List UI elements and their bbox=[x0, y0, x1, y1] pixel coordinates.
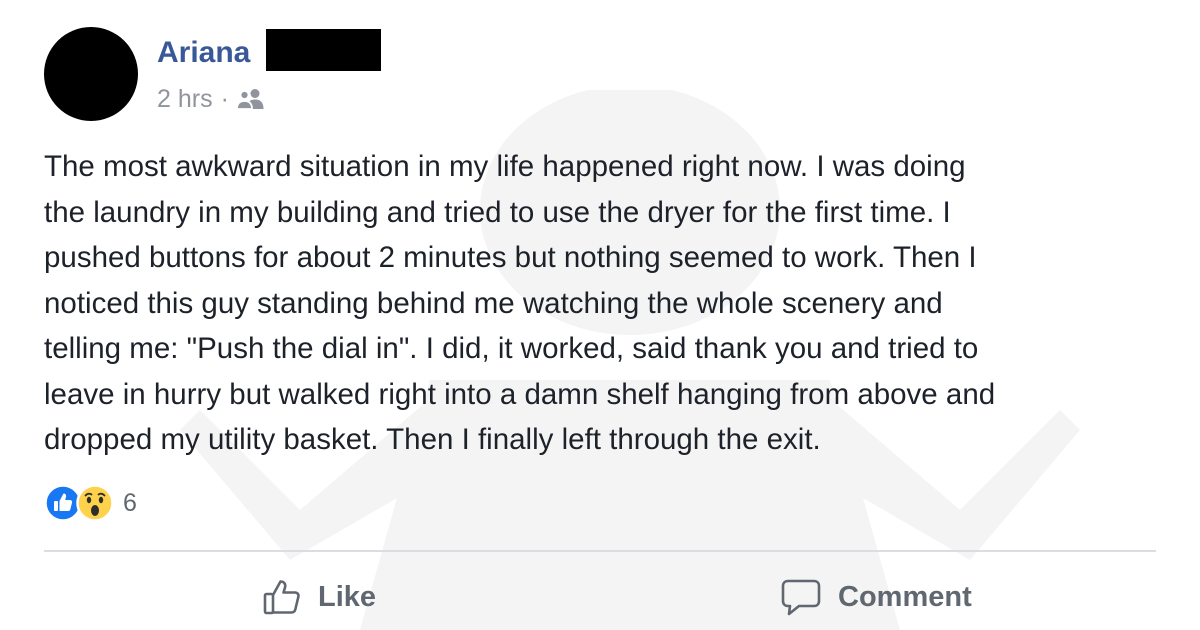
post-meta: 2 hrs · bbox=[157, 84, 265, 114]
thumbs-up-icon bbox=[263, 580, 300, 615]
redaction-bar bbox=[266, 29, 381, 71]
comment-label: Comment bbox=[838, 580, 972, 613]
comment-bubble-icon bbox=[781, 579, 821, 616]
comment-button[interactable]: Comment bbox=[780, 572, 972, 622]
avatar[interactable] bbox=[44, 27, 138, 121]
post-text: The most awkward situation in my life ha… bbox=[44, 150, 996, 456]
reactions-summary[interactable]: 6 bbox=[44, 484, 137, 522]
meta-separator: · bbox=[220, 84, 229, 113]
friends-icon[interactable] bbox=[236, 88, 265, 110]
timestamp[interactable]: 2 hrs bbox=[157, 85, 213, 114]
like-label: Like bbox=[318, 580, 377, 613]
reaction-count: 6 bbox=[123, 488, 137, 517]
facebook-post: Ariana 2 hrs · The most awkward situatio… bbox=[0, 0, 1200, 630]
like-button[interactable]: Like bbox=[262, 572, 376, 622]
action-divider bbox=[44, 550, 1156, 552]
wow-reaction-icon bbox=[76, 484, 114, 522]
author-name[interactable]: Ariana bbox=[157, 34, 250, 72]
